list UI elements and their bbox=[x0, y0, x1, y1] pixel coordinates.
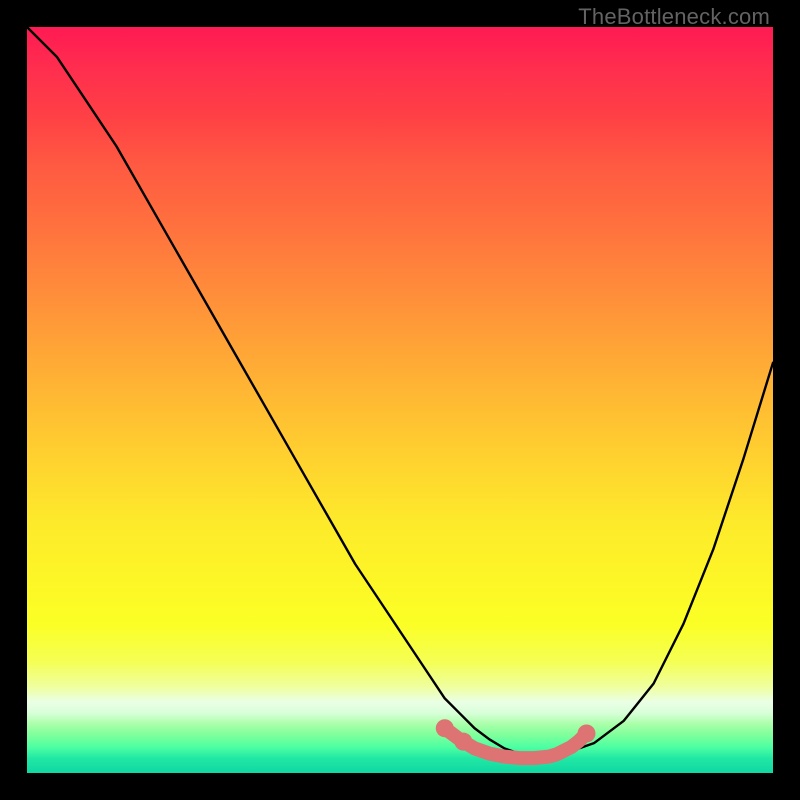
plot-area bbox=[27, 27, 773, 773]
bottleneck-curve-path bbox=[27, 27, 773, 757]
chart-svg bbox=[27, 27, 773, 773]
bottleneck-curve bbox=[27, 27, 773, 757]
optimum-marker bbox=[454, 733, 472, 751]
watermark-text: TheBottleneck.com bbox=[578, 4, 770, 30]
optimum-marker bbox=[578, 724, 596, 742]
optimum-marker bbox=[436, 719, 454, 737]
chart-frame: TheBottleneck.com bbox=[0, 0, 800, 800]
